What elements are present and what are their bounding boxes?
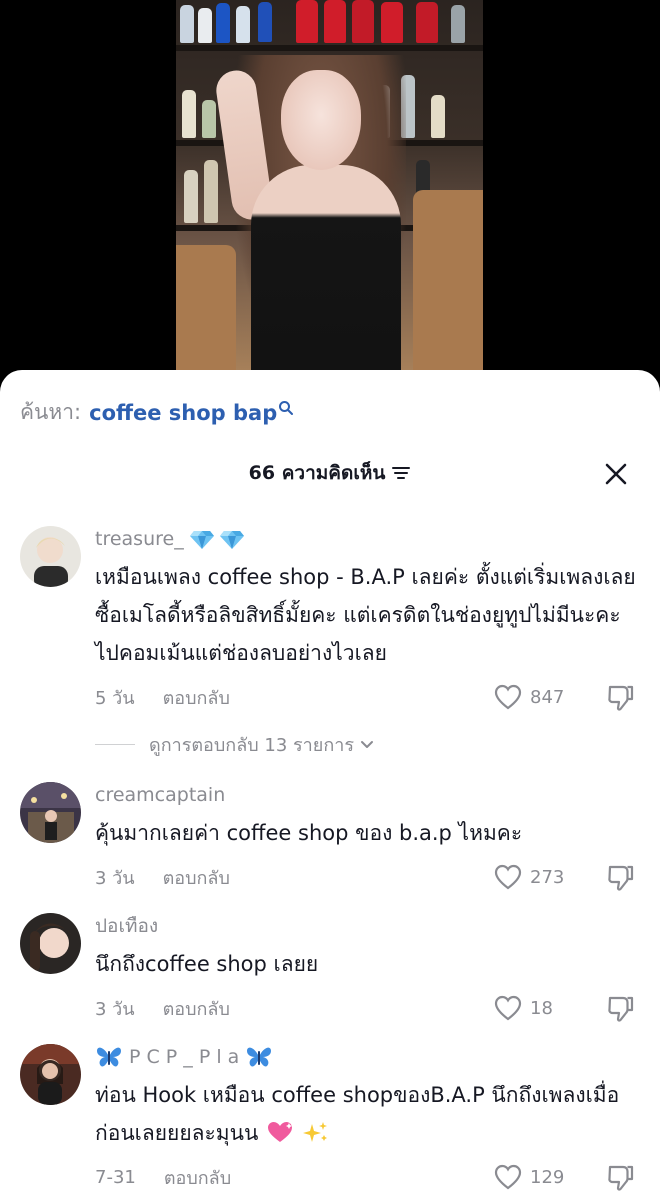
- avatar[interactable]: [20, 526, 81, 587]
- comment-count-button[interactable]: 66 ความคิดเห็น: [249, 458, 412, 488]
- heart-icon[interactable]: [494, 995, 522, 1021]
- comment-text: ท่อน Hook เหมือน coffee shopของB.A.P นึก…: [95, 1083, 620, 1145]
- like-count: 847: [530, 686, 565, 708]
- comment-time: 3 วัน: [95, 867, 135, 889]
- shelf: [176, 45, 483, 51]
- like-button[interactable]: 847: [494, 682, 568, 712]
- bottle: [324, 0, 346, 43]
- sparkling-heart-emoji: [268, 1122, 293, 1142]
- avatar[interactable]: [20, 913, 81, 974]
- search-prefix: ค้นหา:: [20, 400, 82, 424]
- bottle: [236, 6, 250, 43]
- comment-meta: 5 วัน ตอบกลับ 847: [95, 682, 636, 712]
- like-button[interactable]: 129: [494, 1162, 568, 1192]
- person-face: [281, 70, 361, 170]
- like-button[interactable]: 18: [494, 993, 568, 1023]
- comment-meta: 3 วัน ตอบกลับ 18: [95, 993, 636, 1023]
- reply-button[interactable]: ตอบกลับ: [164, 1163, 231, 1192]
- close-icon[interactable]: [604, 462, 628, 486]
- reply-button[interactable]: ตอบกลับ: [163, 863, 230, 892]
- comment-text: นึกถึงcoffee shop เลยย: [95, 952, 319, 976]
- sparkles-emoji: [302, 1122, 327, 1142]
- comment-count: 66 ความคิดเห็น: [248, 462, 386, 484]
- comment-text: คุ้นมากเลยค่า coffee shop ของ b.a.p ไหมค…: [95, 821, 523, 845]
- bottle: [180, 5, 194, 43]
- divider-line: [95, 744, 135, 745]
- reply-button[interactable]: ตอบกลับ: [163, 683, 230, 712]
- like-count: 18: [530, 997, 553, 1019]
- heart-icon[interactable]: [494, 1164, 522, 1190]
- comment-username[interactable]: treasure_: [95, 526, 636, 552]
- gem-stone-emoji: [189, 531, 214, 549]
- comment-time: 3 วัน: [95, 998, 135, 1020]
- like-button[interactable]: 273: [494, 862, 568, 892]
- bottle: [182, 90, 196, 138]
- bottle: [381, 2, 403, 43]
- bottle: [296, 0, 318, 43]
- comment-meta: 7-31 ตอบกลับ 129: [95, 1162, 636, 1192]
- view-replies-button[interactable]: ดูการตอบกลับ 13 รายการ: [95, 730, 374, 759]
- like-count: 273: [530, 866, 565, 888]
- video-player[interactable]: [0, 0, 660, 400]
- bottle: [198, 8, 212, 43]
- search-term[interactable]: coffee shop bap: [89, 401, 277, 425]
- reply-button[interactable]: ตอบกลับ: [163, 994, 230, 1023]
- like-count: 129: [530, 1166, 565, 1188]
- comment-text: เหมือนเพลง coffee shop - B.A.P เลยค่ะ ตั…: [95, 565, 636, 665]
- bottle: [352, 0, 374, 43]
- dislike-icon[interactable]: [606, 993, 636, 1023]
- bottle: [431, 95, 445, 138]
- bottle: [451, 5, 465, 43]
- dislike-icon[interactable]: [606, 682, 636, 712]
- comment-meta: 3 วัน ตอบกลับ 273: [95, 862, 636, 892]
- comments-header: 66 ความคิดเห็น: [0, 458, 660, 492]
- comment-username[interactable]: ปอเทือง: [95, 913, 636, 939]
- video-frame[interactable]: [176, 0, 483, 400]
- heart-icon[interactable]: [494, 684, 522, 710]
- search-icon[interactable]: [278, 400, 294, 416]
- bottle: [202, 100, 216, 138]
- heart-icon[interactable]: [494, 864, 522, 890]
- blue-butterfly-emoji: [247, 1047, 272, 1067]
- comment-time: 5 วัน: [95, 687, 135, 709]
- avatar[interactable]: [20, 782, 81, 843]
- bottle: [258, 2, 272, 42]
- dislike-icon[interactable]: [606, 1162, 636, 1192]
- search-suggestion[interactable]: ค้นหา: coffee shop bap: [20, 396, 294, 429]
- blue-butterfly-emoji: [97, 1047, 121, 1067]
- view-replies-label: ดูการตอบกลับ 13 รายการ: [149, 735, 354, 756]
- comment-username[interactable]: creamcaptain: [95, 782, 636, 808]
- sofa: [413, 190, 483, 400]
- bottle: [184, 170, 198, 223]
- comments-sheet: ค้นหา: coffee shop bap 66 ความคิดเห็น tr…: [0, 370, 660, 1200]
- bottle: [416, 2, 438, 43]
- comment-time: 7-31: [95, 1166, 136, 1188]
- dislike-icon[interactable]: [606, 862, 636, 892]
- bottle: [204, 160, 218, 223]
- gem-stone-emoji: [219, 531, 244, 549]
- person-body: [251, 165, 401, 400]
- chevron-down-icon: [361, 740, 373, 748]
- sort-filter-icon[interactable]: [391, 465, 411, 481]
- comment-username[interactable]: P C P _ P l a: [95, 1044, 636, 1070]
- avatar[interactable]: [20, 1044, 81, 1105]
- bottle: [216, 3, 230, 43]
